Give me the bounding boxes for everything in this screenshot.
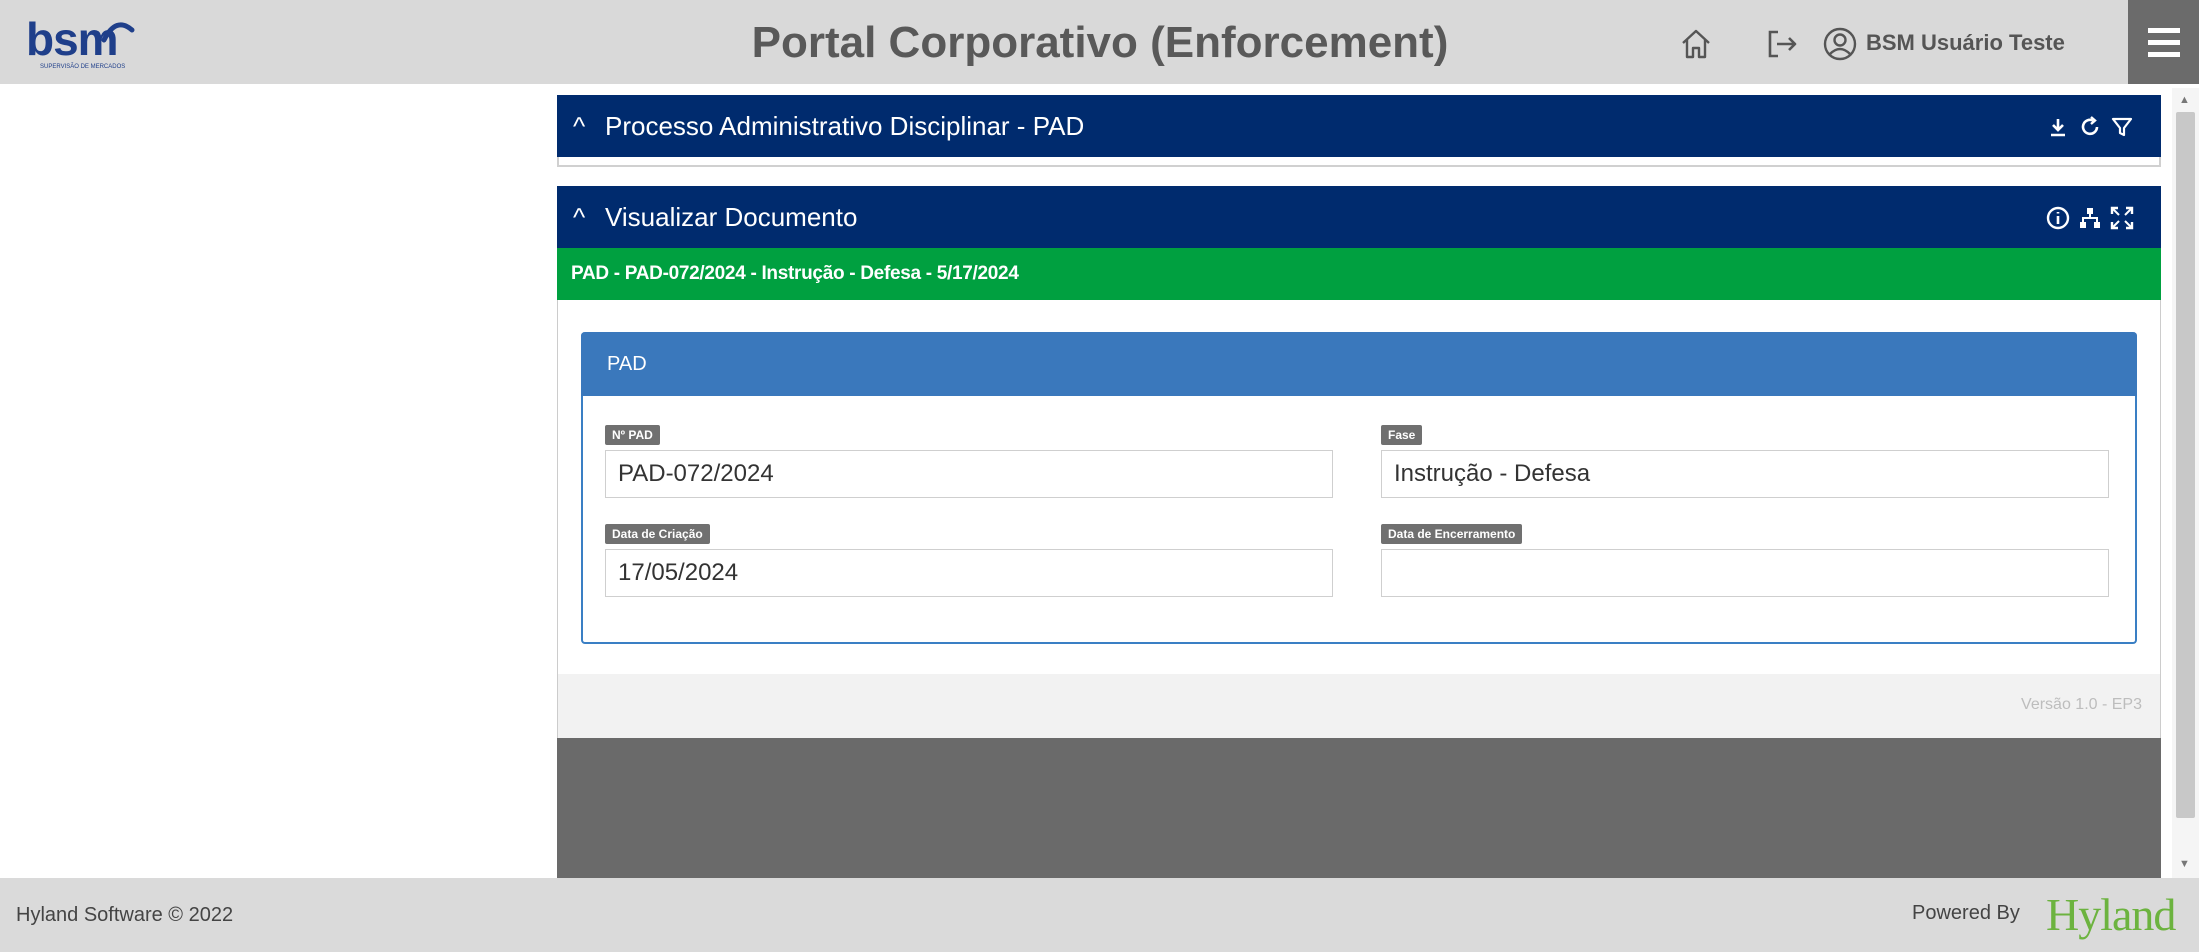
powered-by-text: Powered By: [1912, 902, 2020, 924]
document-panel-header[interactable]: ^ Visualizar Documento: [557, 186, 2161, 248]
user-name[interactable]: BSM Usuário Teste: [1866, 30, 2065, 56]
download-icon[interactable]: [2045, 114, 2071, 140]
data-criacao-label: Data de Criação: [605, 524, 710, 544]
pad-panel-body: [557, 157, 2161, 167]
document-background: [557, 738, 2161, 878]
hyland-logo[interactable]: Hyland: [2046, 888, 2176, 941]
sitemap-icon[interactable]: [2077, 205, 2103, 231]
data-encerramento-label: Data de Encerramento: [1381, 524, 1523, 544]
collapse-chevron-icon[interactable]: ^: [573, 202, 585, 233]
pad-card-title: PAD: [581, 332, 2137, 396]
scroll-down-arrow-icon[interactable]: ▼: [2179, 858, 2190, 870]
data-encerramento-field[interactable]: [1381, 549, 2109, 597]
vertical-scrollbar[interactable]: ▲ ▼: [2172, 88, 2199, 878]
logo-arc-icon: [101, 22, 135, 43]
data-criacao-field[interactable]: 17/05/2024: [605, 549, 1333, 597]
hamburger-line: [2148, 40, 2180, 45]
refresh-icon[interactable]: [2077, 114, 2103, 140]
document-panel-title: Visualizar Documento: [605, 202, 858, 232]
page-footer: Hyland Software © 2022 Powered By Hyland: [0, 878, 2199, 952]
pad-panel-title: Processo Administrativo Disciplinar - PA…: [605, 111, 1085, 141]
hamburger-menu-icon: [2148, 28, 2180, 33]
fase-label: Fase: [1381, 425, 1423, 445]
filter-icon[interactable]: [2109, 114, 2135, 140]
version-text: Versão 1.0 - EP3: [2021, 696, 2142, 713]
pad-panel-header[interactable]: ^ Processo Administrativo Disciplinar - …: [557, 95, 2161, 157]
logout-icon[interactable]: [1764, 26, 1800, 62]
document-breadcrumb: PAD - PAD-072/2024 - Instrução - Defesa …: [557, 248, 2161, 300]
numero-pad-label: Nº PAD: [605, 425, 660, 445]
hamburger-line: [2148, 52, 2180, 57]
version-bar: Versão 1.0 - EP3: [557, 674, 2161, 738]
hamburger-menu-button[interactable]: [2128, 0, 2199, 84]
user-circle-icon[interactable]: [1822, 26, 1858, 62]
numero-pad-field[interactable]: PAD-072/2024: [605, 450, 1333, 498]
scroll-thumb[interactable]: [2176, 112, 2195, 818]
logo-subtext: SUPERVISÃO DE MERCADOS: [40, 64, 126, 70]
home-icon[interactable]: [1678, 26, 1714, 62]
info-icon[interactable]: [2045, 205, 2071, 231]
copyright-text: Hyland Software © 2022: [16, 904, 234, 926]
top-header: bsm SUPERVISÃO DE MERCADOS Portal Corpor…: [0, 0, 2199, 84]
page-title: Portal Corporativo (Enforcement): [751, 18, 1449, 67]
expand-icon[interactable]: [2109, 205, 2135, 231]
bsm-logo[interactable]: bsm SUPERVISÃO DE MERCADOS: [22, 12, 162, 74]
collapse-chevron-icon[interactable]: ^: [573, 111, 585, 142]
fase-field[interactable]: Instrução - Defesa: [1381, 450, 2109, 498]
scroll-up-arrow-icon[interactable]: ▲: [2179, 94, 2190, 106]
app-root: bsm SUPERVISÃO DE MERCADOS Portal Corpor…: [0, 0, 2199, 952]
